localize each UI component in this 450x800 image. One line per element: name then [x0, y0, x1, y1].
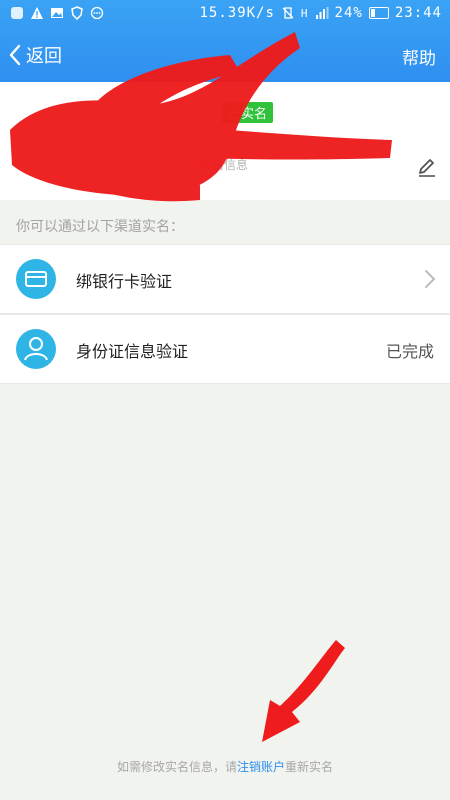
cancel-account-link[interactable]: 注销账户: [237, 760, 285, 774]
user-avatar-icon: [16, 329, 56, 369]
channel-hint: 你可以通过以下渠道实名：: [16, 219, 184, 235]
list-item-label: 绑银行卡验证: [76, 272, 173, 291]
bank-card-icon: [16, 259, 56, 299]
footer-suffix: 重新实名: [285, 760, 334, 774]
list-item-bank-card[interactable]: 绑银行卡验证: [0, 244, 450, 314]
list-item-id-card[interactable]: 身份证信息验证 已完成: [0, 314, 450, 384]
redaction-scribble: [10, 32, 392, 202]
list-item-label: 身份证信息验证: [76, 342, 189, 361]
status-completed: 已完成: [385, 342, 434, 361]
chevron-right-icon: [425, 270, 436, 288]
footer-prefix: 如需修改实名信息，请: [116, 760, 237, 774]
footer-note: 如需修改实名信息，请注销账户重新实名: [0, 758, 450, 775]
